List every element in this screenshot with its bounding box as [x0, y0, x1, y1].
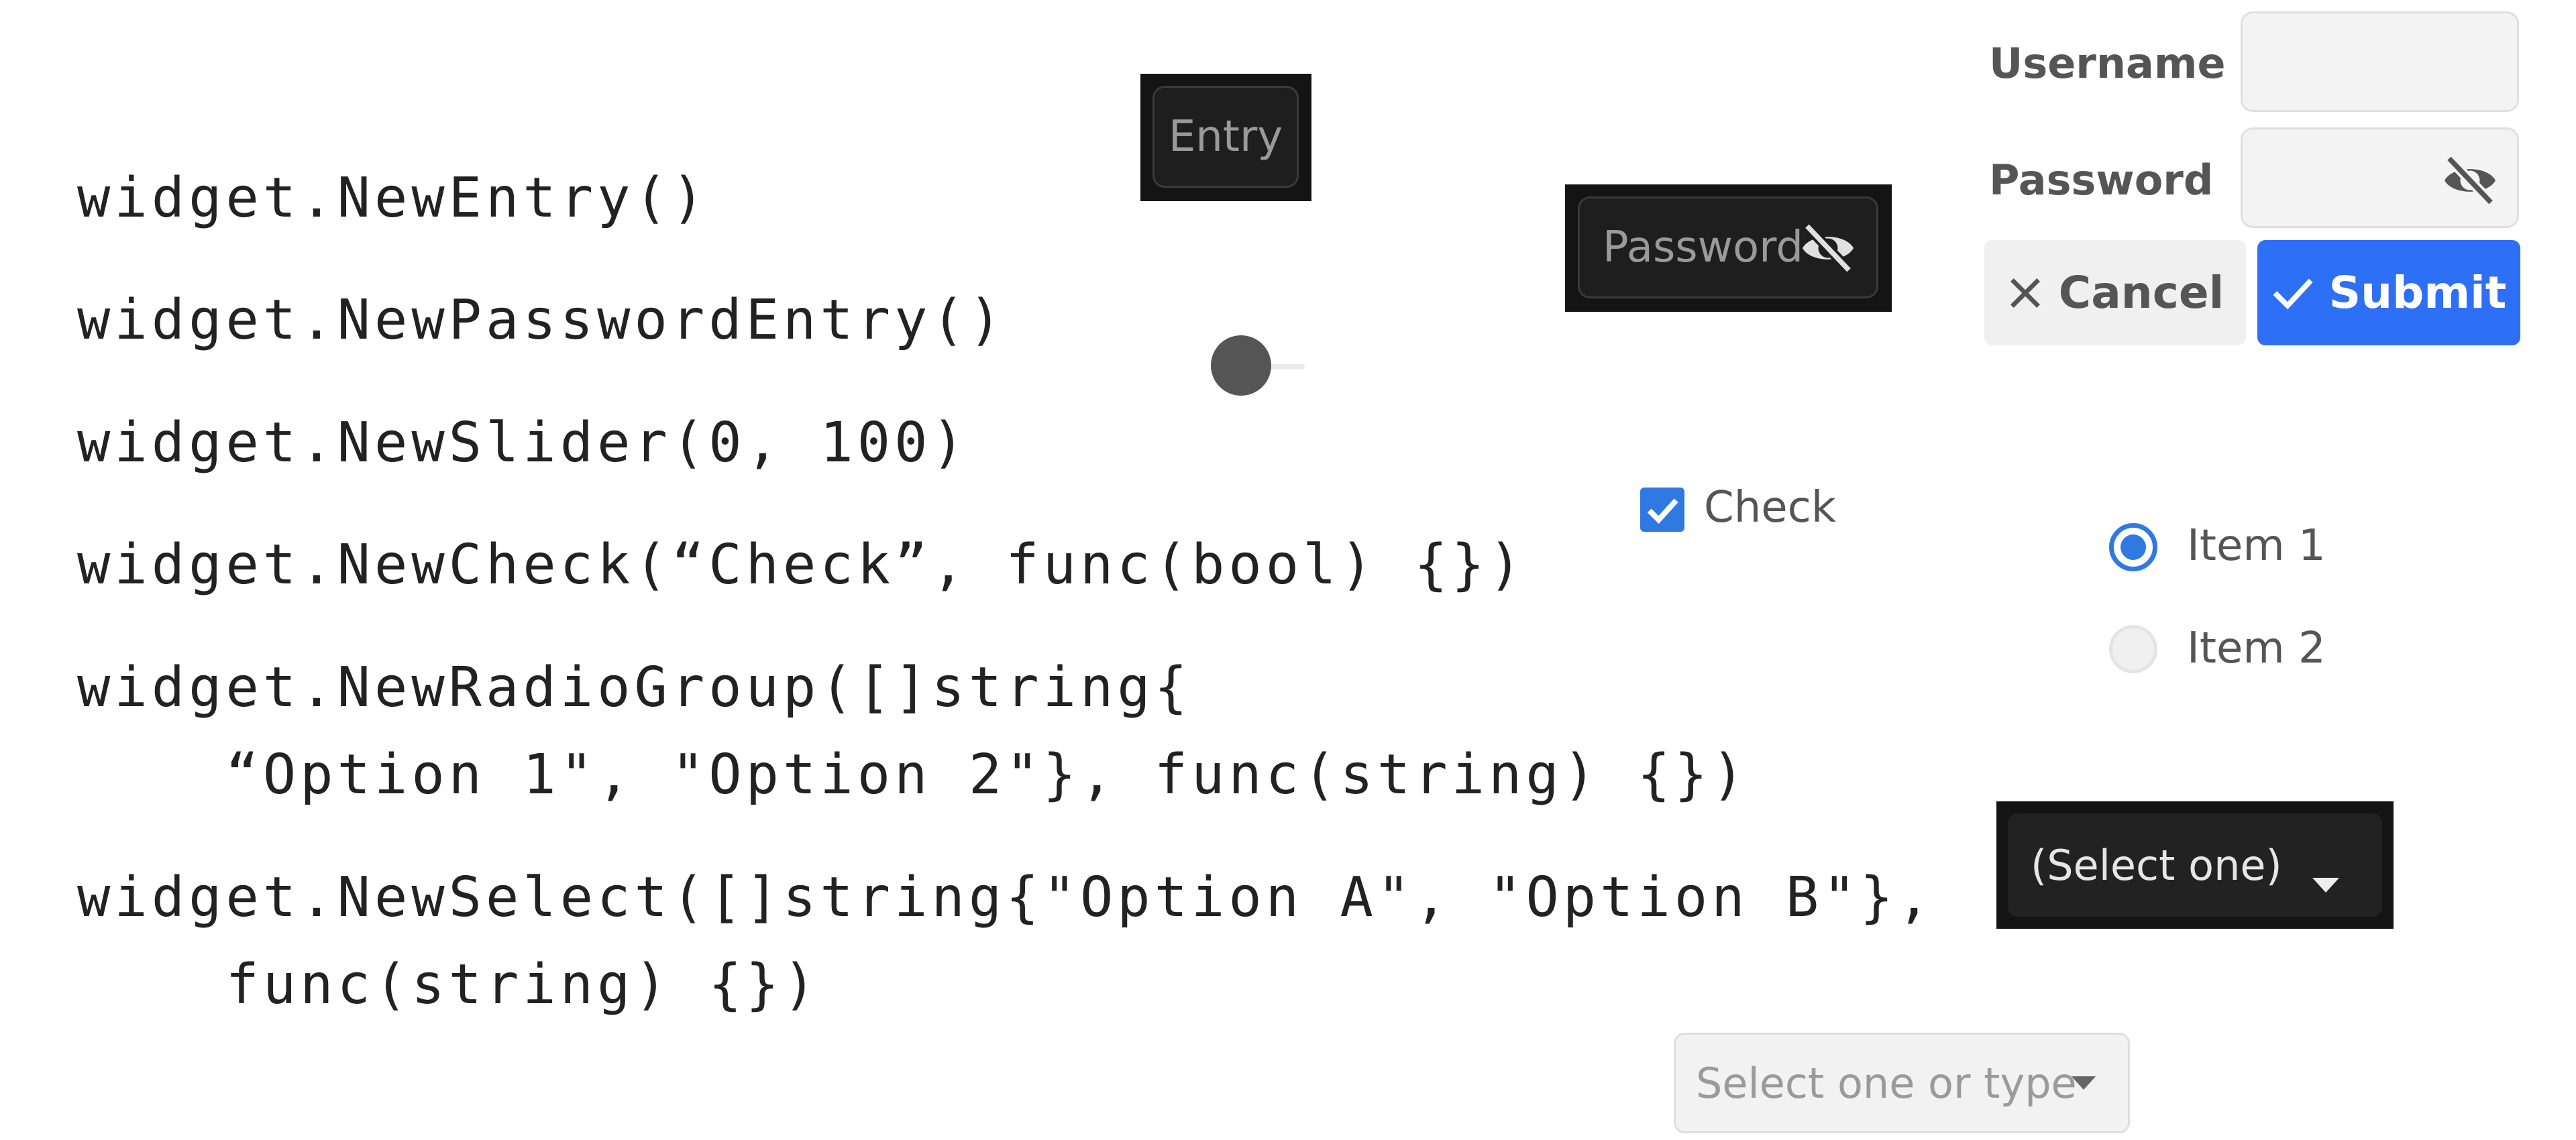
checkmark-icon: [2273, 278, 2313, 309]
select-placeholder: (Select one): [2031, 840, 2282, 890]
username-label: Username: [1989, 39, 2226, 88]
code-line-new-radio-group-cont: “Option 1", "Option 2"}, func(string) {}…: [77, 743, 1749, 807]
eye-slash-icon[interactable]: [1800, 222, 1856, 284]
cancel-button-label: Cancel: [2058, 267, 2224, 319]
radio-item-1[interactable]: [2109, 523, 2157, 571]
code-line-new-password-entry: widget.NewPasswordEntry(): [77, 288, 1006, 352]
caret-down-icon: [2311, 855, 2341, 904]
select-dropdown[interactable]: (Select one): [2008, 813, 2382, 917]
code-line-new-select: widget.NewSelect([]string{"Option A", "O…: [77, 866, 1935, 929]
check-label[interactable]: Check: [1704, 486, 1836, 529]
code-line-new-radio-group: widget.NewRadioGroup([]string{: [77, 656, 1192, 720]
code-line-new-entry: widget.NewEntry(): [77, 166, 709, 230]
close-icon: [2010, 278, 2040, 308]
password-entry-placeholder: Password: [1603, 223, 1803, 272]
slider-thumb[interactable]: [1211, 335, 1271, 396]
cancel-button[interactable]: Cancel: [1984, 240, 2246, 345]
caret-down-icon[interactable]: [2070, 1075, 2097, 1094]
password-input[interactable]: [2241, 127, 2519, 228]
select-entry[interactable]: Select one or type: [1674, 1033, 2130, 1133]
radio-item-1-label[interactable]: Item 1: [2187, 524, 2326, 567]
code-line-new-check: widget.NewCheck(“Check”, func(bool) {}): [77, 533, 1526, 597]
check-box[interactable]: [1640, 488, 1684, 532]
radio-item-2[interactable]: [2109, 625, 2157, 673]
username-input[interactable]: [2241, 11, 2519, 112]
submit-button-label: Submit: [2328, 267, 2507, 319]
entry-input[interactable]: Entry: [1152, 86, 1299, 188]
entry-placeholder: Entry: [1168, 112, 1283, 162]
radio-item-2-label[interactable]: Item 2: [2187, 627, 2326, 670]
password-label: Password: [1989, 156, 2214, 205]
checkmark-icon: [1647, 498, 1678, 524]
eye-slash-icon[interactable]: [2442, 154, 2498, 209]
submit-button[interactable]: Submit: [2257, 240, 2520, 345]
code-line-new-slider: widget.NewSlider(0, 100): [77, 411, 969, 475]
password-entry-input[interactable]: Password: [1578, 196, 1878, 298]
select-entry-placeholder: Select one or type: [1696, 1059, 2077, 1108]
code-line-new-select-cont: func(string) {}): [77, 953, 820, 1017]
